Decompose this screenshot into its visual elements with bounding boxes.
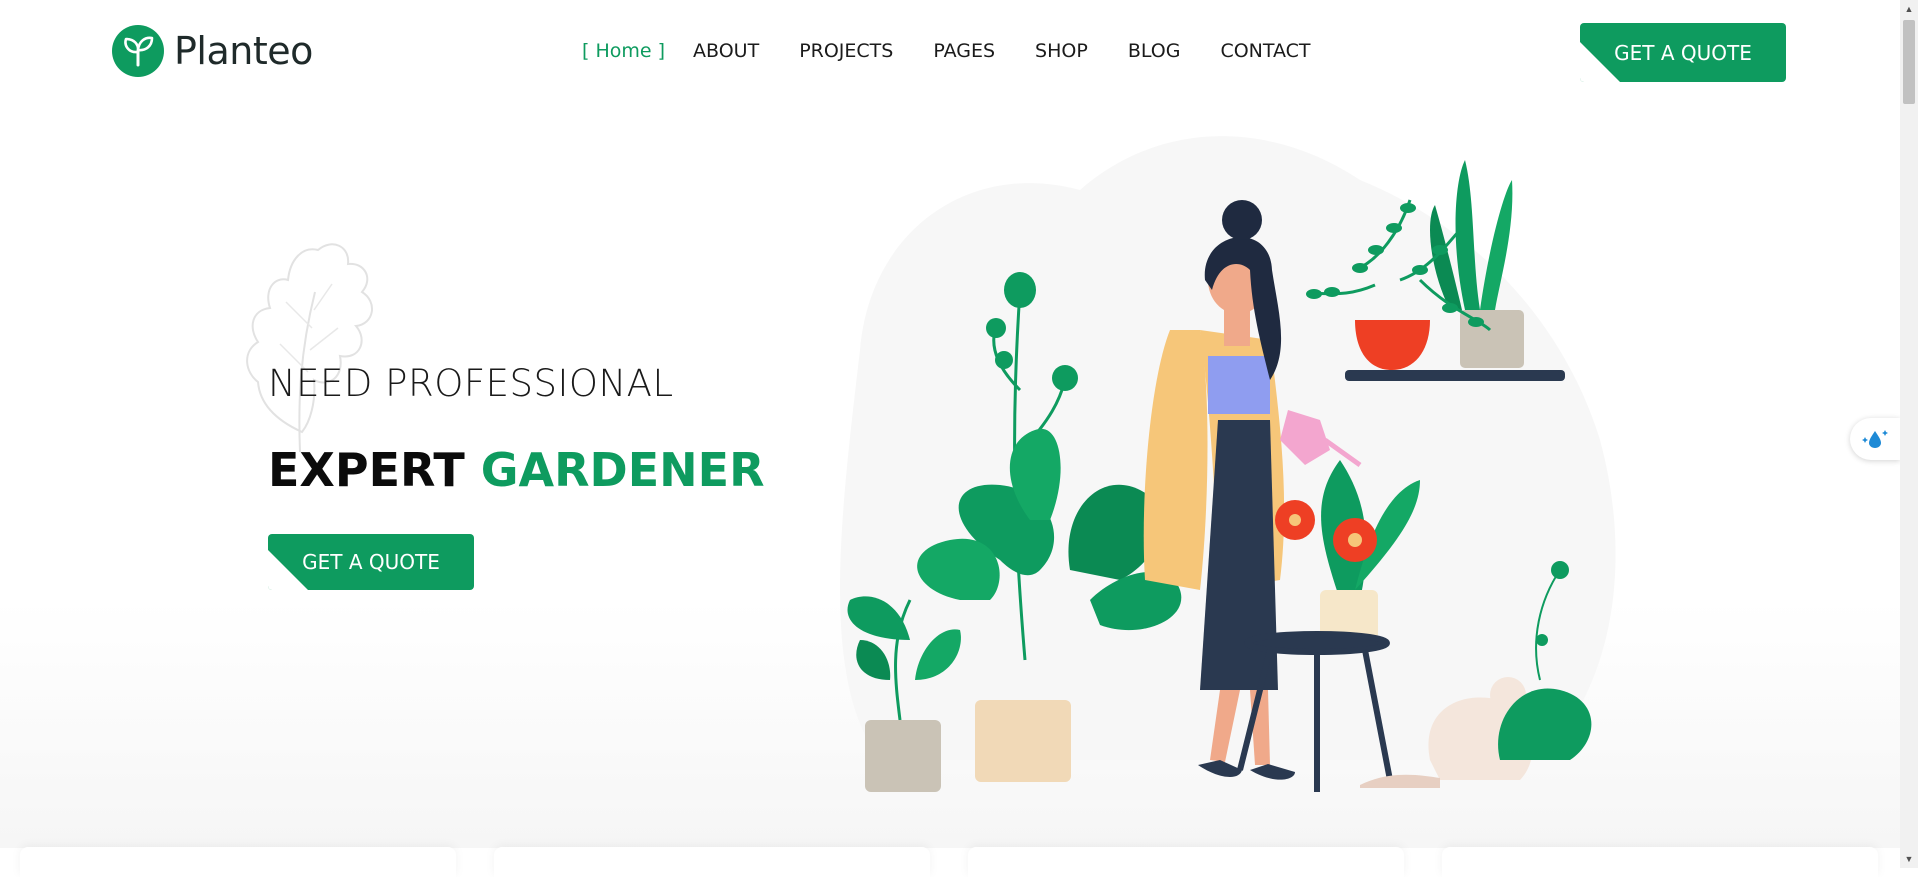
feature-card <box>968 847 1404 877</box>
main-nav: [ Home ] ABOUT PROJECTS PAGES SHOP BLOG … <box>582 40 1351 62</box>
nav-item-contact[interactable]: CONTACT <box>1220 40 1310 62</box>
hero-title-main: EXPERT <box>268 443 481 497</box>
brand-name: Planteo <box>174 29 313 73</box>
nav-item-about[interactable]: ABOUT <box>693 40 759 62</box>
logo[interactable]: Planteo <box>112 25 313 77</box>
nav-item-shop[interactable]: SHOP <box>1035 40 1088 62</box>
wall-shelf <box>1345 370 1565 381</box>
scroll-down-arrow-icon[interactable]: ▼ <box>1900 850 1918 868</box>
page-scrollbar[interactable]: ▲ ▼ <box>1900 0 1918 868</box>
nav-item-projects[interactable]: PROJECTS <box>799 40 893 62</box>
nav-item-home[interactable]: [ Home ] <box>582 40 665 62</box>
feature-card <box>1442 847 1878 877</box>
feature-card <box>494 847 930 877</box>
gardener-illustration <box>840 136 1616 792</box>
scrollbar-thumb[interactable] <box>1903 20 1915 104</box>
hero-quote-button[interactable]: GET A QUOTE <box>268 534 474 590</box>
beige-pot <box>975 700 1071 782</box>
scroll-up-arrow-icon[interactable]: ▲ <box>1900 0 1918 18</box>
header-quote-button[interactable]: GET A QUOTE <box>1580 23 1786 82</box>
hero-quote-label: GET A QUOTE <box>302 550 440 574</box>
feature-cards-row <box>0 847 1900 877</box>
oak-leaf-outline-icon <box>246 243 373 453</box>
hero-title-accent: GARDENER <box>480 443 765 497</box>
sprout-logo-icon <box>112 25 164 77</box>
nav-item-blog[interactable]: BLOG <box>1128 40 1181 62</box>
sparkle-water-drop-button[interactable] <box>1850 418 1900 460</box>
header-quote-label: GET A QUOTE <box>1614 40 1752 65</box>
hero-subtitle: NEED PROFESSIONAL <box>268 362 674 405</box>
hero-title: EXPERT GARDENER <box>268 443 765 497</box>
sparkle-water-drop-icon <box>1862 430 1888 448</box>
nav-item-pages[interactable]: PAGES <box>933 40 995 62</box>
feature-card <box>20 847 456 877</box>
site-header: Planteo [ Home ] ABOUT PROJECTS PAGES SH… <box>0 0 1900 106</box>
